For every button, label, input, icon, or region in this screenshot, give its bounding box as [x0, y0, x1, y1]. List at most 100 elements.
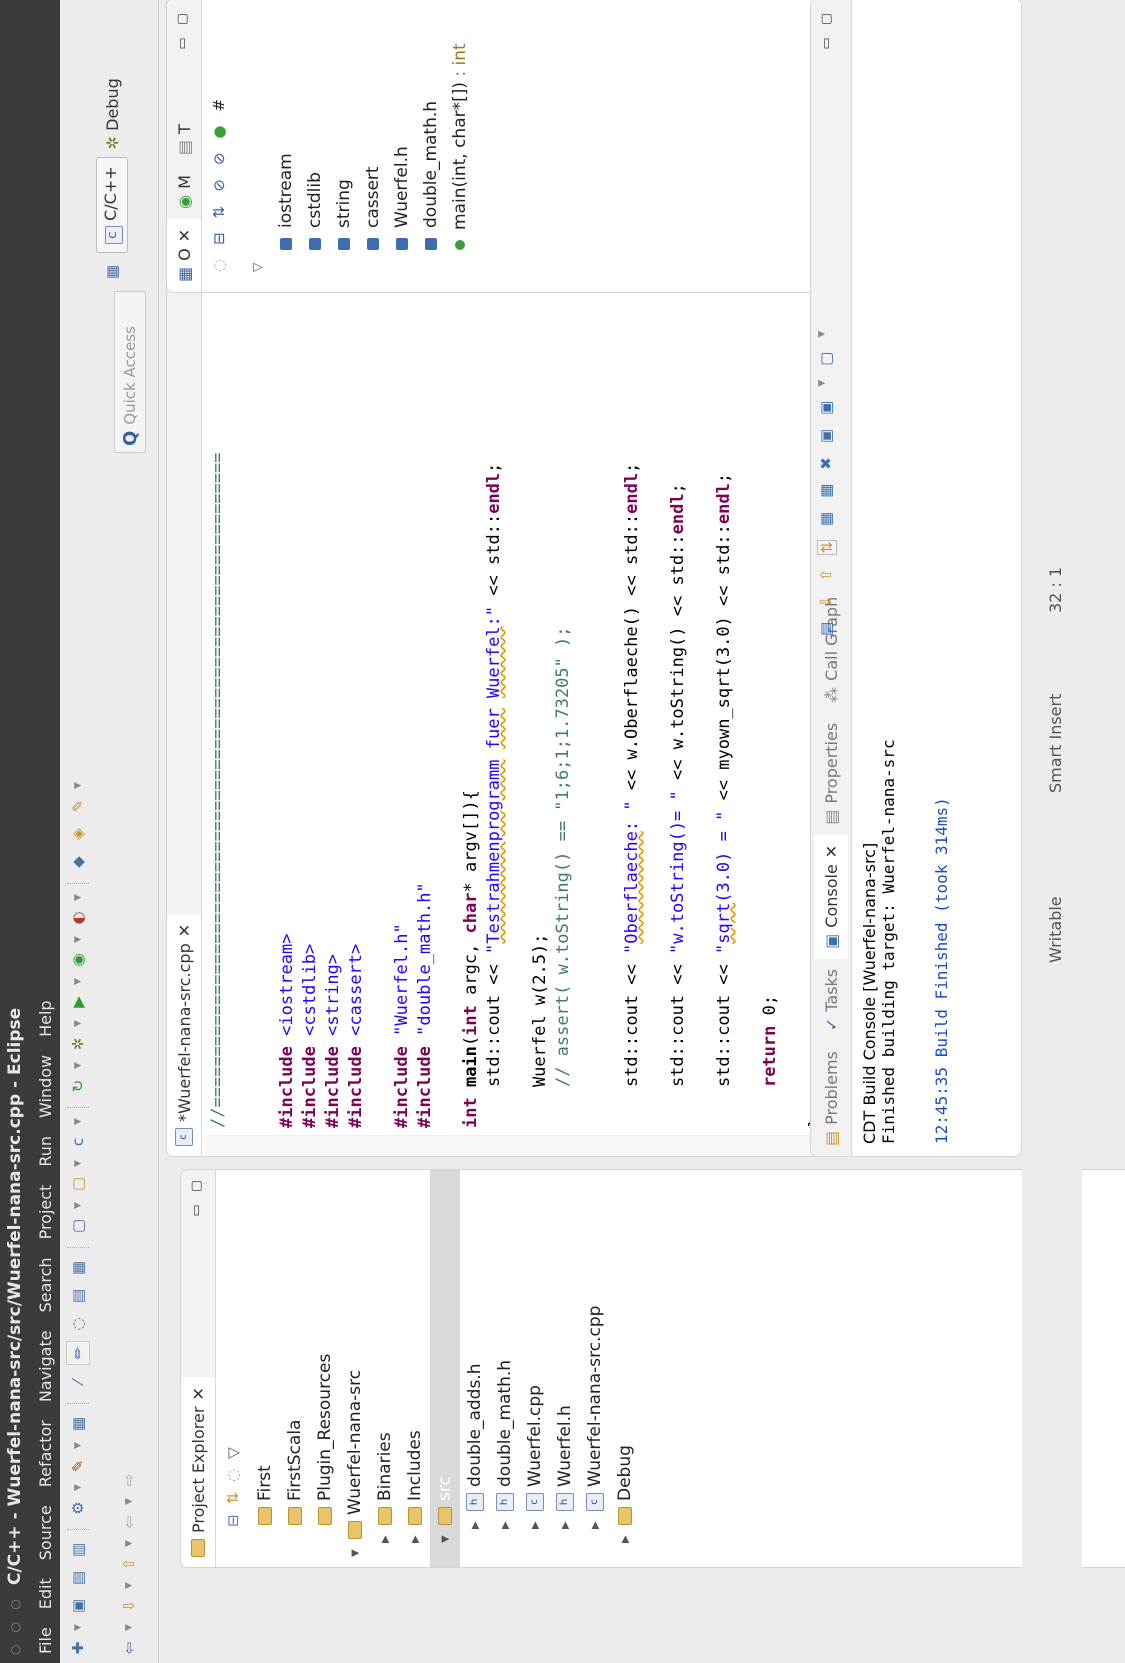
dropdown-arrow-icon[interactable]: ▼ — [73, 1623, 83, 1631]
tab-problems[interactable]: ▤ Problems — [814, 1041, 848, 1156]
next-annotation-icon[interactable]: ⇩ — [118, 1595, 140, 1617]
debug-icon[interactable]: ✲ — [67, 1033, 89, 1055]
dropdown-arrow-icon[interactable]: ▼ — [73, 1061, 83, 1069]
expand-arrow-icon[interactable]: ▶ — [590, 1517, 601, 1529]
close-icon[interactable]: ✕ — [175, 924, 194, 937]
tab-console[interactable]: ▣ Console ✕ — [814, 834, 848, 959]
perspective-cpp[interactable]: C C/C++ — [96, 157, 128, 253]
dropdown-arrow-icon[interactable]: ▼ — [73, 1201, 83, 1209]
expand-arrow-icon[interactable]: ▶ — [620, 1531, 631, 1543]
tree-item[interactable]: FirstScala — [280, 1170, 310, 1567]
maximize-icon[interactable]: ▢ — [175, 13, 190, 25]
hide-static-icon[interactable]: ⊘ — [210, 153, 228, 166]
tree-item[interactable]: ▶ h Wuerfel.h — [550, 1170, 580, 1567]
back-icon[interactable]: ⇦ — [118, 1637, 140, 1659]
view-menu-icon[interactable]: ▽ — [224, 1447, 242, 1459]
pen-icon[interactable]: ✎ — [67, 795, 89, 817]
window-controls[interactable]: ○ ○ ○ — [8, 1585, 22, 1663]
outline-item[interactable]: cstdlib — [300, 0, 329, 292]
next-error-icon[interactable]: ⇩ — [817, 595, 837, 608]
maximize-icon[interactable]: ▢ — [189, 1180, 204, 1192]
menu-run[interactable]: Run — [36, 1127, 55, 1176]
open-type-icon[interactable]: ▤ — [67, 1285, 89, 1307]
build-settings-icon[interactable]: ⚙ — [67, 1497, 89, 1519]
tree-item[interactable]: ▼ Wuerfel-nana-src — [340, 1170, 370, 1567]
tree-item[interactable]: ▶ c Wuerfel-nana-src.cpp — [580, 1170, 610, 1567]
dropdown-arrow-icon[interactable]: ▼ — [124, 1623, 134, 1631]
outline-item[interactable]: string — [329, 0, 358, 292]
refresh-icon[interactable]: ↻ — [67, 1075, 89, 1097]
hide-nonpublic-icon[interactable]: ● — [210, 126, 228, 139]
sort-icon[interactable]: ⇅ — [210, 206, 228, 219]
menu-edit[interactable]: Edit — [36, 1569, 55, 1618]
expand-arrow-icon[interactable]: ▶ — [560, 1517, 571, 1529]
outline-view-menu[interactable]: ▽ — [242, 0, 271, 292]
menu-source[interactable]: Source — [36, 1496, 55, 1569]
new-folder-icon[interactable]: ▢ — [67, 1173, 89, 1195]
quick-access-box[interactable]: Q Quick Access — [114, 291, 146, 453]
minimize-icon[interactable]: ▭ — [175, 37, 190, 49]
hide-fields-icon[interactable]: ⊘ — [210, 179, 228, 192]
tab-outline[interactable]: ▦ O ✕ — [167, 218, 201, 292]
copy-build-log-icon[interactable]: ▤ — [817, 622, 837, 636]
new-console-icon[interactable]: ▢ — [817, 352, 837, 366]
prev-annotation-icon[interactable]: ⇧ — [118, 1553, 140, 1575]
dropdown-arrow-icon[interactable]: ▼ — [124, 1497, 134, 1505]
dropdown-arrow-icon[interactable]: ▼ — [73, 977, 83, 985]
outline-item[interactable]: cassert — [358, 0, 387, 292]
menu-file[interactable]: File — [36, 1618, 55, 1663]
save-icon[interactable]: ▣ — [67, 1595, 89, 1617]
tab-tasks[interactable]: ✓ Tasks — [814, 959, 848, 1041]
menu-refactor[interactable]: Refactor — [36, 1411, 55, 1496]
tab-properties[interactable]: ▤ Properties — [814, 713, 848, 835]
console-output[interactable]: CDT Build Console [Wuerfel-nana-src] Fin… — [852, 0, 959, 1156]
dropdown-arrow-icon[interactable]: ▼ — [817, 331, 837, 338]
build-icon[interactable]: ✎ — [67, 1455, 89, 1477]
close-icon[interactable]: ✕ — [822, 845, 841, 858]
dropdown-arrow-icon[interactable]: ▼ — [817, 380, 837, 387]
expand-arrow-icon[interactable]: ▼ — [440, 1531, 451, 1543]
maximize-icon[interactable]: ▢ — [819, 13, 834, 25]
dropdown-arrow-icon[interactable]: ▼ — [73, 781, 83, 789]
expand-arrow-icon[interactable]: ▶ — [410, 1531, 421, 1543]
open-perspective-icon[interactable]: ◆ — [67, 851, 89, 873]
new-icon[interactable]: ✚ — [67, 1637, 89, 1659]
external-tools-icon[interactable]: ◐ — [67, 907, 89, 929]
close-icon[interactable]: ✕ — [189, 1387, 208, 1400]
expand-arrow-icon[interactable]: ▶ — [380, 1531, 391, 1543]
collapse-all-icon[interactable]: ⊟ — [224, 1514, 242, 1527]
tree-item[interactable]: Plugin_Resources — [310, 1170, 340, 1567]
tab-editor-file[interactable]: c *Wuerfel-nana-src.cpp ✕ — [167, 913, 201, 1156]
close-icon[interactable]: ✕ — [175, 229, 194, 242]
pin-console-icon[interactable]: ▦ — [817, 512, 837, 526]
expand-arrow-icon[interactable]: ▶ — [530, 1517, 541, 1529]
menu-help[interactable]: Help — [36, 991, 55, 1045]
toggle-comment-icon[interactable]: ⁄ — [67, 1371, 89, 1393]
run-icon[interactable]: ▶ — [67, 991, 89, 1013]
tab-make-target[interactable]: ◉ M — [167, 165, 201, 219]
dropdown-arrow-icon[interactable]: ▼ — [73, 1019, 83, 1027]
new-source-icon[interactable]: c — [67, 1131, 89, 1153]
menu-project[interactable]: Project — [36, 1176, 55, 1249]
dropdown-arrow-icon[interactable]: ▼ — [124, 1581, 134, 1589]
filter-icon[interactable]: ◌ — [210, 259, 228, 272]
menu-window[interactable]: Window — [36, 1046, 55, 1127]
link-editor-icon[interactable]: ⇅ — [224, 1492, 242, 1505]
coverage-icon[interactable]: ◉ — [67, 949, 89, 971]
remove-all-icon[interactable]: ✖ — [817, 457, 837, 470]
menu-search[interactable]: Search — [36, 1248, 55, 1321]
tree-item[interactable]: First — [250, 1170, 280, 1567]
display-selected-icon[interactable]: ▣ — [817, 429, 837, 443]
minimize-icon[interactable]: ▭ — [189, 1204, 204, 1216]
dropdown-arrow-icon[interactable]: ▼ — [73, 1117, 83, 1125]
forward-icon[interactable]: ⇨ — [118, 1469, 140, 1491]
group-includes-icon[interactable]: # — [210, 99, 228, 112]
tab-project-explorer[interactable]: Project Explorer ✕ — [181, 1377, 215, 1567]
dropdown-arrow-icon[interactable]: ▼ — [73, 1483, 83, 1491]
outline-item[interactable]: iostream — [271, 0, 300, 292]
open-task-icon[interactable]: ▦ — [67, 1257, 89, 1279]
collapse-all-icon[interactable]: ⊟ — [210, 232, 228, 245]
filter-icon[interactable]: ◌ — [224, 1469, 242, 1482]
open-perspective-icon[interactable]: ▦ — [101, 261, 123, 283]
open-console-icon[interactable]: ▣ — [817, 401, 837, 415]
